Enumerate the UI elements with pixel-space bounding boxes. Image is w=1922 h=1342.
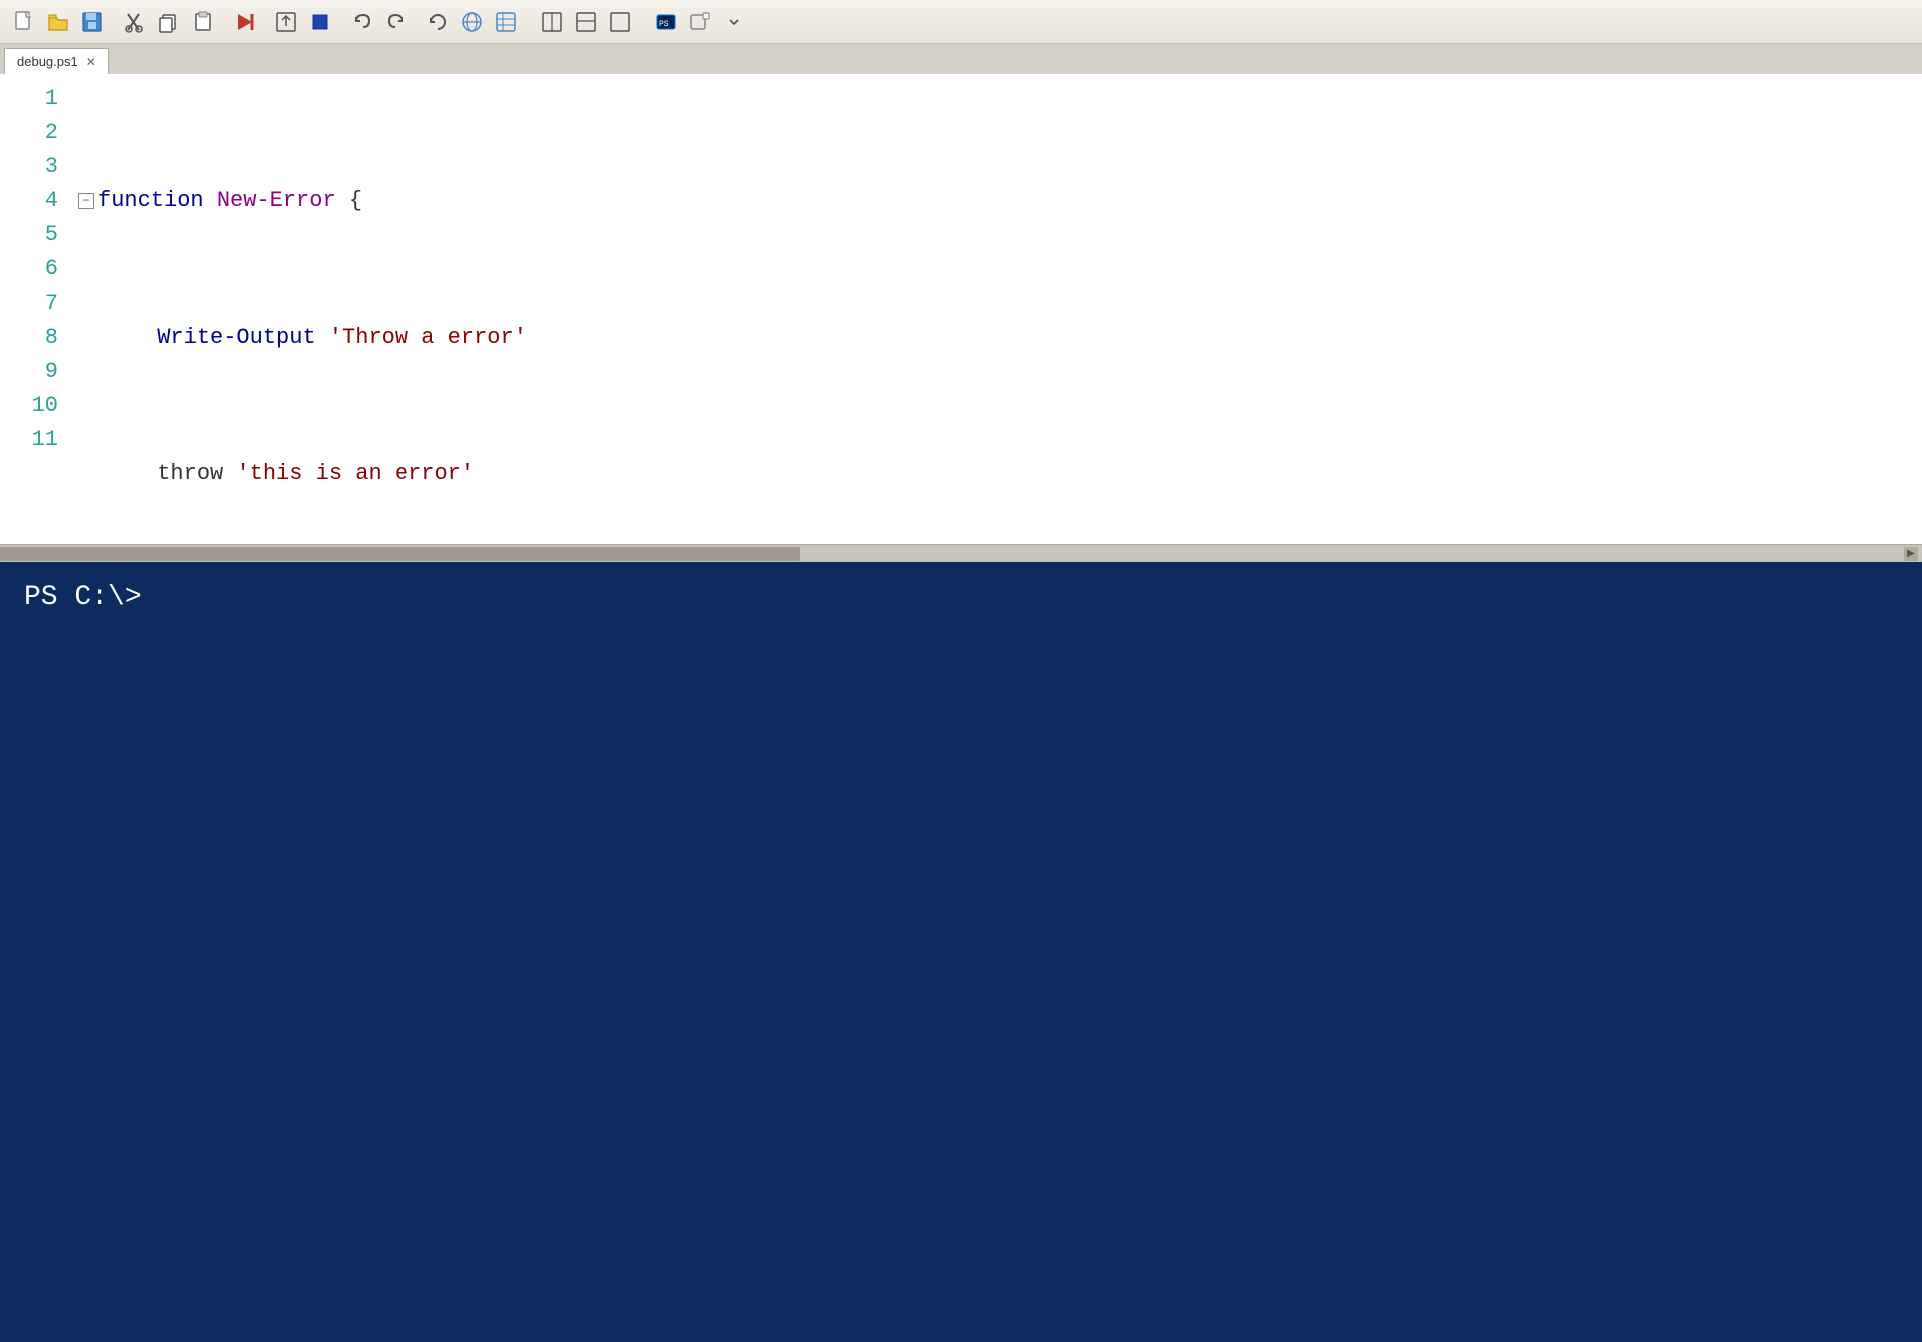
line-num-5: 5	[12, 218, 58, 252]
line-num-8: 8	[12, 321, 58, 355]
string-this-is-an-error: 'this is an error'	[236, 457, 474, 491]
code-line-2: Write-Output 'Throw a error'	[78, 321, 1914, 355]
open-file-icon[interactable]	[42, 6, 74, 38]
export-icon[interactable]	[270, 6, 302, 38]
stop-icon[interactable]	[304, 6, 336, 38]
line-num-11: 11	[12, 423, 58, 457]
layout-console-icon[interactable]	[604, 6, 636, 38]
keyword-function-1: function	[98, 184, 217, 218]
line-numbers: 1 2 3 4 5 6 7 8 9 10 11	[0, 82, 70, 536]
toolbar-more-icon[interactable]	[718, 6, 750, 38]
layout-split-icon[interactable]	[536, 6, 568, 38]
transfer-icon[interactable]	[456, 6, 488, 38]
powershell-icon[interactable]: PS	[650, 6, 682, 38]
editor-scrollbar[interactable]: ▶	[0, 544, 1922, 562]
line-num-3: 3	[12, 150, 58, 184]
cut-icon[interactable]	[118, 6, 150, 38]
line-num-1: 1	[12, 82, 58, 116]
sync-icon[interactable]	[490, 6, 522, 38]
tab-debug-ps1[interactable]: debug.ps1 ✕	[4, 48, 109, 74]
code-line-3: throw 'this is an error'	[78, 457, 1914, 491]
line-num-10: 10	[12, 389, 58, 423]
undo-icon[interactable]	[346, 6, 378, 38]
function-name-new-error: New-Error	[217, 184, 336, 218]
tab-bar: debug.ps1 ✕	[0, 44, 1922, 74]
console-area[interactable]: PS C:\>	[0, 562, 1922, 1342]
keyword-throw: throw	[157, 457, 223, 491]
line-num-9: 9	[12, 355, 58, 389]
debug-run-icon[interactable]	[228, 6, 260, 38]
paste-icon[interactable]	[186, 6, 218, 38]
string-throw-a-error: 'Throw a error'	[329, 321, 527, 355]
line-num-6: 6	[12, 252, 58, 286]
redo-icon[interactable]	[380, 6, 412, 38]
tab-close-button[interactable]: ✕	[86, 56, 96, 68]
brace-open-1: {	[336, 184, 362, 218]
line-num-4: 4	[12, 184, 58, 218]
scrollbar-thumb[interactable]	[0, 547, 800, 561]
layout-script-icon[interactable]	[570, 6, 602, 38]
line-num-2: 2	[12, 116, 58, 150]
console-prompt[interactable]: PS C:\>	[24, 582, 142, 613]
save-file-icon[interactable]	[76, 6, 108, 38]
new-file-icon[interactable]	[8, 6, 40, 38]
copy-icon[interactable]	[152, 6, 184, 38]
tab-label: debug.ps1	[17, 54, 78, 69]
collapse-icon-1[interactable]: −	[78, 193, 94, 209]
toolbar: PS	[0, 0, 1922, 44]
scrollbar-arrow-right[interactable]: ▶	[1904, 547, 1918, 561]
refresh-icon[interactable]	[422, 6, 454, 38]
svg-text:PS: PS	[659, 20, 669, 29]
code-editor[interactable]: −function New-Error { Write-Output 'Thro…	[70, 82, 1922, 536]
cmdlet-write-output-1: Write-Output	[157, 321, 315, 355]
code-line-1: −function New-Error {	[78, 184, 1914, 218]
editor-area[interactable]: 1 2 3 4 5 6 7 8 9 10 11 −function New-Er…	[0, 74, 1922, 544]
line-num-7: 7	[12, 287, 58, 321]
options-icon[interactable]	[684, 6, 716, 38]
